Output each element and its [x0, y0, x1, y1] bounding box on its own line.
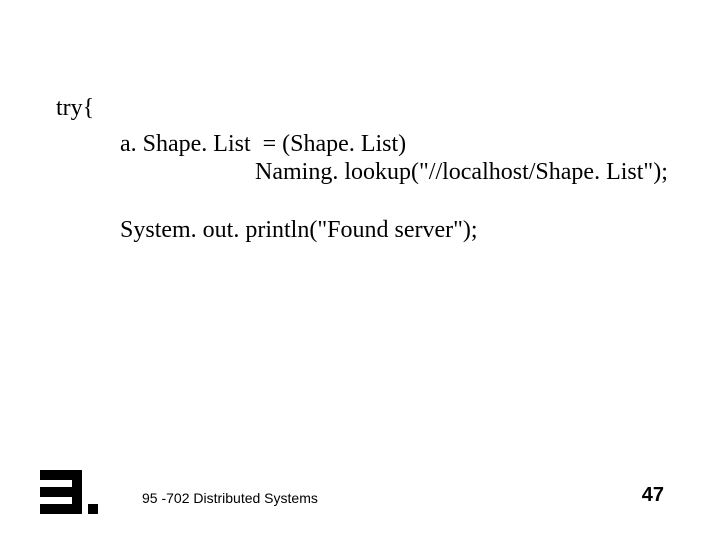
logo-icon [34, 462, 104, 522]
code-line-1: try{ [56, 94, 94, 123]
footer-course: 95 -702 Distributed Systems [142, 490, 318, 506]
code-line-4: System. out. println("Found server"); [120, 216, 478, 245]
code-line-3: Naming. lookup("//localhost/Shape. List"… [255, 158, 668, 187]
page-number: 47 [642, 484, 664, 507]
code-line-2: a. Shape. List = (Shape. List) [120, 130, 406, 159]
slide: try{ a. Shape. List = (Shape. List) Nami… [0, 0, 720, 540]
